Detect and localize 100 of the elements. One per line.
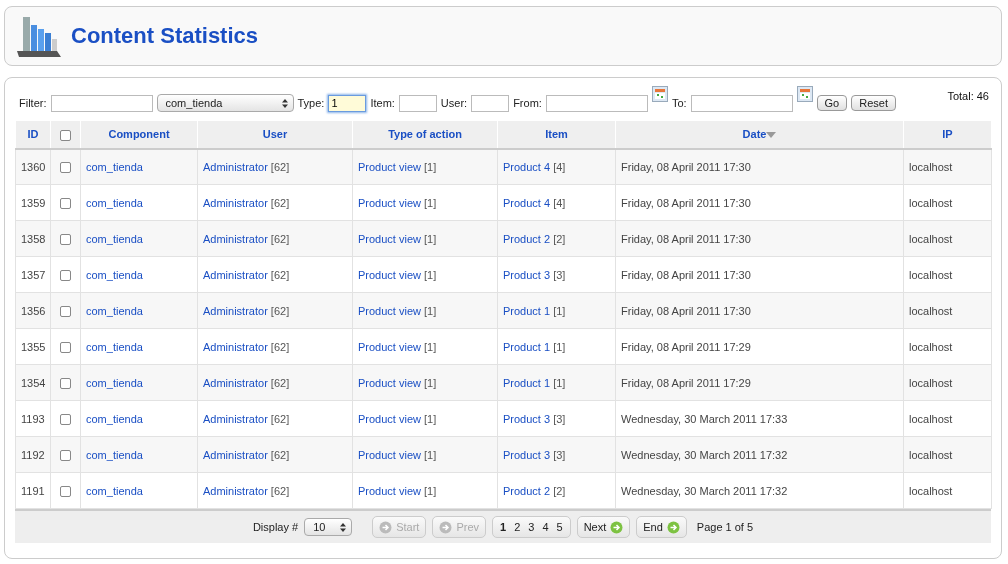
item-link[interactable]: Product 2 (503, 232, 551, 245)
component-link[interactable]: com_tienda (86, 196, 143, 209)
component-link[interactable]: com_tienda (86, 448, 143, 461)
component-link[interactable]: com_tienda (86, 376, 143, 389)
calendar-icon[interactable] (651, 86, 668, 102)
item-ref: [3] (553, 448, 566, 461)
column-header[interactable]: Type of action (352, 120, 498, 149)
action-link[interactable]: Product view (358, 340, 421, 353)
action-ref: [1] (424, 340, 437, 353)
user-link[interactable]: Administrator (203, 340, 268, 353)
table-cell: Friday, 08 April 2011 17:30 (615, 184, 904, 221)
item-link[interactable]: Product 2 (503, 484, 551, 497)
row-checkbox[interactable] (60, 162, 71, 174)
action-link[interactable]: Product view (358, 268, 421, 281)
page-link[interactable]: 2 (511, 521, 524, 533)
filter-field[interactable] (50, 94, 153, 112)
item-link[interactable]: Product 4 (503, 160, 551, 173)
reset-button[interactable]: Reset (851, 95, 896, 111)
action-link[interactable]: Product view (358, 232, 421, 245)
item-link[interactable]: Product 3 (503, 412, 551, 425)
row-checkbox[interactable] (60, 413, 71, 425)
item-link[interactable]: Product 1 (503, 376, 551, 389)
to-date-field[interactable] (690, 94, 793, 112)
component-link[interactable]: com_tienda (86, 304, 143, 317)
row-checkbox[interactable] (60, 197, 71, 209)
next-button[interactable]: Next (576, 516, 631, 538)
table-cell: Friday, 08 April 2011 17:30 (615, 292, 904, 329)
action-link[interactable]: Product view (358, 304, 421, 317)
table-cell: 1192 (15, 436, 51, 473)
item-link[interactable]: Product 4 (503, 196, 551, 209)
table-cell: localhost (903, 220, 992, 257)
item-link[interactable]: Product 1 (503, 304, 551, 317)
component-link[interactable]: com_tienda (86, 484, 143, 497)
item-ref: [2] (553, 484, 566, 497)
page-link[interactable]: 5 (553, 521, 566, 533)
user-ref: [62] (270, 376, 290, 389)
row-checkbox[interactable] (60, 269, 71, 281)
column-header[interactable]: Component (80, 120, 198, 149)
page-link[interactable]: 1 (497, 521, 510, 533)
item-field[interactable] (398, 94, 437, 112)
table-cell: localhost (903, 400, 992, 437)
item-ref: [1] (553, 340, 566, 353)
table-cell: localhost (903, 436, 992, 473)
user-link[interactable]: Administrator (203, 484, 268, 497)
row-checkbox[interactable] (60, 341, 71, 353)
column-header[interactable]: ID (15, 120, 51, 149)
item-link[interactable]: Product 1 (503, 340, 551, 353)
go-button[interactable]: Go (816, 95, 848, 111)
action-link[interactable]: Product view (358, 376, 421, 389)
user-field[interactable] (471, 94, 510, 112)
action-ref: [1] (424, 268, 437, 281)
column-header[interactable]: Item (497, 120, 616, 149)
type-field[interactable]: 1 (328, 94, 367, 112)
component-link[interactable]: com_tienda (86, 412, 143, 425)
user-link[interactable]: Administrator (203, 196, 268, 209)
arrow-circle-icon (439, 520, 453, 534)
action-ref: [1] (424, 160, 437, 173)
user-link[interactable]: Administrator (203, 412, 268, 425)
component-link[interactable]: com_tienda (86, 268, 143, 281)
from-date-field[interactable] (545, 94, 648, 112)
row-checkbox[interactable] (60, 485, 71, 497)
row-checkbox[interactable] (60, 449, 71, 461)
user-link[interactable]: Administrator (203, 232, 268, 245)
component-link[interactable]: com_tienda (86, 232, 143, 245)
action-ref: [1] (424, 232, 437, 245)
table-cell: Friday, 08 April 2011 17:30 (615, 256, 904, 293)
item-link[interactable]: Product 3 (503, 268, 551, 281)
component-link[interactable]: com_tienda (86, 160, 143, 173)
component-link[interactable]: com_tienda (86, 340, 143, 353)
action-link[interactable]: Product view (358, 412, 421, 425)
component-select[interactable]: com_tienda (156, 94, 294, 112)
action-link[interactable]: Product view (358, 160, 421, 173)
table-cell: Wednesday, 30 March 2011 17:33 (615, 400, 904, 437)
end-button[interactable]: End (636, 516, 687, 538)
user-link[interactable]: Administrator (203, 304, 268, 317)
row-checkbox[interactable] (60, 305, 71, 317)
row-checkbox[interactable] (60, 233, 71, 245)
page-info: Page 1 of 5 (696, 521, 754, 533)
action-link[interactable]: Product view (358, 448, 421, 461)
column-header[interactable]: User (197, 120, 353, 149)
user-label: User: (440, 97, 468, 109)
table-cell: 1191 (15, 472, 51, 509)
column-header[interactable]: IP (903, 120, 992, 149)
page-link[interactable]: 3 (525, 521, 538, 533)
select-all-checkbox[interactable] (60, 129, 71, 141)
calendar-icon[interactable] (796, 86, 813, 102)
page-link[interactable]: 4 (539, 521, 552, 533)
row-checkbox[interactable] (60, 377, 71, 389)
item-link[interactable]: Product 3 (503, 448, 551, 461)
user-link[interactable]: Administrator (203, 160, 268, 173)
user-link[interactable]: Administrator (203, 376, 268, 389)
action-link[interactable]: Product view (358, 484, 421, 497)
action-link[interactable]: Product view (358, 196, 421, 209)
user-ref: [62] (270, 448, 290, 461)
user-ref: [62] (270, 484, 290, 497)
user-link[interactable]: Administrator (203, 268, 268, 281)
user-link[interactable]: Administrator (203, 448, 268, 461)
user-ref: [62] (270, 340, 290, 353)
display-select[interactable]: 10 (304, 518, 353, 536)
column-header[interactable]: Date (615, 120, 904, 149)
